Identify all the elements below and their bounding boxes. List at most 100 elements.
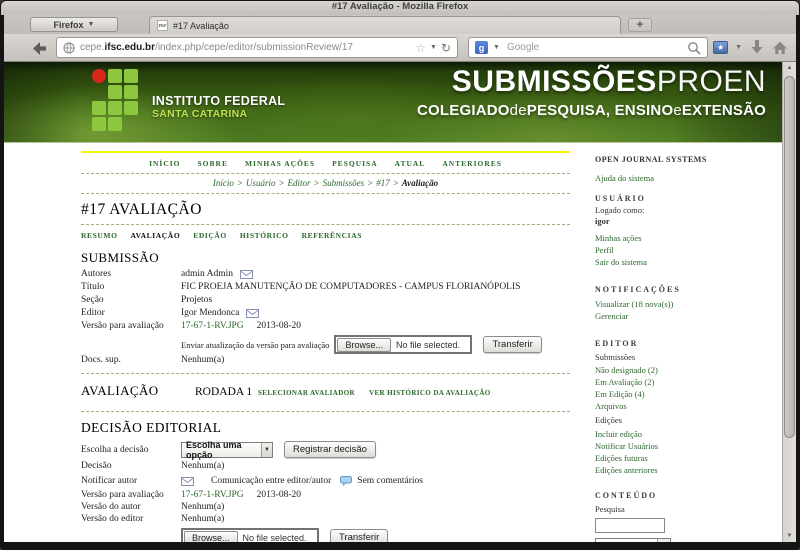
active-tab[interactable]: PKP #17 Avaliação xyxy=(149,16,621,34)
transfer-button[interactable]: Transferir xyxy=(483,336,541,353)
url-bar[interactable]: cepe.ifsc.edu.br/index.php/cepe/editor/s… xyxy=(56,37,458,58)
sidebar-search-input[interactable] xyxy=(595,518,665,533)
username: igor xyxy=(595,217,773,226)
back-button[interactable] xyxy=(26,39,50,57)
scrollbar-thumb[interactable] xyxy=(784,76,795,438)
submission-heading: SUBMISSÃO xyxy=(81,250,570,266)
select-reviewer-link[interactable]: SELECIONAR AVALIADOR xyxy=(258,389,355,397)
decision-select[interactable]: Escolha uma opção ▼ xyxy=(181,442,273,458)
archives-link[interactable]: Arquivos xyxy=(595,402,773,411)
in-editing-link[interactable]: Em Edição (4) xyxy=(595,390,773,399)
institute-name: INSTITUTO FEDERAL SANTA CATARINA xyxy=(152,94,285,120)
manage-notifications-link[interactable]: Gerenciar xyxy=(595,312,773,321)
register-decision-button[interactable]: Registrar decisão xyxy=(284,441,376,458)
divider xyxy=(81,411,570,412)
logout-link[interactable]: Sair do sistema xyxy=(595,258,773,267)
browser-window: #17 Avaliação - Mozilla Firefox Firefox … xyxy=(0,0,800,550)
page-content: INSTITUTO FEDERAL SANTA CATARINA SUBMISS… xyxy=(4,62,782,542)
main-nav: INÍCIO SOBRE MINHAS AÇÕES PESQUISA ATUAL… xyxy=(81,159,570,168)
unassigned-link[interactable]: Não designado (2) xyxy=(595,366,773,375)
field-label: Autores xyxy=(81,269,181,279)
my-actions-link[interactable]: Minhas ações xyxy=(595,234,773,243)
bookmarks-dropdown-icon[interactable]: ▼ xyxy=(735,44,742,51)
review-heading-row: AVALIAÇÃO RODADA 1 SELECIONAR AVALIADOR … xyxy=(81,383,570,399)
chevron-down-icon: ▼ xyxy=(657,539,670,543)
email-icon[interactable] xyxy=(246,309,259,318)
urlbar-dropdown-icon[interactable]: ▼ xyxy=(430,44,437,51)
nav-sobre[interactable]: SOBRE xyxy=(198,159,228,168)
no-file-text: No file selected. xyxy=(391,340,460,350)
breadcrumb-link[interactable]: Usuário xyxy=(246,178,276,188)
field-label: Editor xyxy=(81,308,181,318)
breadcrumb-separator: > xyxy=(237,178,243,188)
file-input[interactable]: Browse... No file selected. xyxy=(334,335,472,354)
firefox-menu-button[interactable]: Firefox ▼ xyxy=(30,17,118,32)
back-icon xyxy=(30,40,47,57)
review-version-file-link[interactable]: 17-67-1-RV.JPG xyxy=(181,490,244,500)
scroll-down-icon[interactable]: ▼ xyxy=(783,530,796,542)
scroll-up-icon[interactable]: ▲ xyxy=(783,62,796,74)
back-issues-link[interactable]: Edições anteriores xyxy=(595,466,773,475)
system-help-link[interactable]: Ajuda do sistema xyxy=(595,174,773,183)
content-heading: CONTEÚDO xyxy=(595,491,773,500)
field-row-editor: Editor Igor Mendonca xyxy=(81,308,570,318)
in-review-link[interactable]: Em Avaliação (2) xyxy=(595,378,773,387)
view-notifications-link[interactable]: Visualizar (18 nova(s)) xyxy=(595,300,773,309)
breadcrumb-link[interactable]: Editor xyxy=(288,178,311,188)
file-input[interactable]: Browse... No file selected. xyxy=(181,528,319,542)
window-titlebar[interactable]: #17 Avaliação - Mozilla Firefox xyxy=(1,1,799,15)
nav-inicio[interactable]: INÍCIO xyxy=(149,159,180,168)
breadcrumb-link[interactable]: Início xyxy=(213,178,234,188)
home-icon[interactable] xyxy=(772,40,788,55)
journal-banner: INSTITUTO FEDERAL SANTA CATARINA SUBMISS… xyxy=(4,62,782,143)
tab-avaliacao[interactable]: AVALIAÇÃO xyxy=(131,231,181,240)
reload-icon[interactable]: ↻ xyxy=(441,42,451,54)
editor-heading: EDITOR xyxy=(595,339,773,348)
future-issues-link[interactable]: Edições futuras xyxy=(595,454,773,463)
search-input[interactable] xyxy=(505,41,682,54)
nav-atual[interactable]: ATUAL xyxy=(395,159,426,168)
search-engine-dropdown-icon[interactable]: ▼ xyxy=(493,44,500,51)
profile-link[interactable]: Perfil xyxy=(595,246,773,255)
search-scope-select[interactable]: Todos ▼ xyxy=(595,538,671,543)
sidebar: OPEN JOURNAL SYSTEMS Ajuda do sistema US… xyxy=(595,143,773,542)
vertical-scrollbar[interactable]: ▲ ▼ xyxy=(782,62,796,542)
download-icon[interactable] xyxy=(749,39,765,55)
field-row-title: Título FIC PROEJA MANUTENÇÃO DE COMPUTAD… xyxy=(81,282,570,292)
breadcrumb-link[interactable]: Submissões xyxy=(323,178,365,188)
editor-value: Igor Mendonca xyxy=(181,308,239,318)
nav-pesquisa[interactable]: PESQUISA xyxy=(332,159,378,168)
bookmark-star-icon[interactable]: ☆ xyxy=(415,42,426,54)
browse-button[interactable]: Browse... xyxy=(337,338,391,352)
breadcrumb-link[interactable]: #17 xyxy=(376,178,390,188)
new-tab-button[interactable]: + xyxy=(628,18,652,32)
tab-edicao[interactable]: EDIÇÃO xyxy=(193,231,227,240)
search-bar[interactable]: g ▼ xyxy=(468,37,708,58)
nav-anteriores[interactable]: ANTERIORES xyxy=(442,159,502,168)
browse-button[interactable]: Browse... xyxy=(184,531,238,543)
toolbar-buttons: ★ ▼ xyxy=(713,39,788,55)
journal-title: SUBMISSÕESPROEN COLEGIADOdePESQUISA, ENS… xyxy=(417,66,766,119)
tab-historico[interactable]: HISTÓRICO xyxy=(240,231,289,240)
email-icon[interactable] xyxy=(240,270,253,279)
review-version-file-link[interactable]: 17-67-1-RV.JPG xyxy=(181,321,244,331)
search-magnifier-icon[interactable] xyxy=(687,41,701,55)
create-issue-link[interactable]: Incluir edição xyxy=(595,430,773,439)
tab-referencias[interactable]: REFERÊNCIAS xyxy=(302,231,362,240)
decision-upload-row: Browse... No file selected. Transferir xyxy=(81,528,570,542)
breadcrumb-current: Avaliação xyxy=(402,178,438,188)
notify-users-link[interactable]: Notificar Usuários xyxy=(595,442,773,451)
upload-row: Enviar atualização da versão para avalia… xyxy=(81,335,570,354)
logged-as-label: Logado como: xyxy=(595,206,773,215)
url-domain: ifsc.edu.br xyxy=(104,42,155,53)
divider xyxy=(81,373,570,374)
decision-value: Nenhum(a) xyxy=(181,461,224,471)
email-icon[interactable] xyxy=(181,477,194,486)
transfer-button[interactable]: Transferir xyxy=(330,529,388,542)
view-review-history-link[interactable]: VER HISTÓRICO DA AVALIAÇÃO xyxy=(369,389,491,397)
nav-minhas-acoes[interactable]: MINHAS AÇÕES xyxy=(245,159,315,168)
tagline-part: e xyxy=(673,102,682,119)
field-label: Versão para avaliação xyxy=(81,321,181,331)
bookmarks-menu-icon[interactable]: ★ xyxy=(713,41,728,54)
tab-resumo[interactable]: RESUMO xyxy=(81,231,118,240)
